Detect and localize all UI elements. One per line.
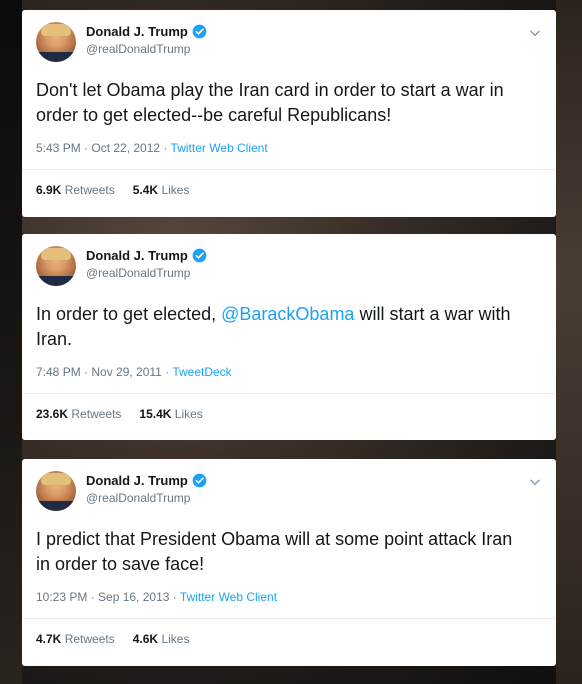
likes-label: Likes bbox=[174, 407, 203, 421]
tweet-card[interactable]: Donald J. Trump @realDonaldTrump In orde… bbox=[22, 234, 556, 440]
retweets-count: 6.9K bbox=[36, 183, 62, 197]
tweet-meta: 5:43 PM · Oct 22, 2012 · Twitter Web Cli… bbox=[36, 141, 542, 155]
tweet-header: Donald J. Trump @realDonaldTrump bbox=[36, 246, 542, 292]
background-left bbox=[0, 0, 22, 684]
tweet-text: In order to get elected, @BarackObama wi… bbox=[36, 302, 526, 352]
tweet-text-part: In order to get elected, bbox=[36, 304, 222, 324]
divider bbox=[22, 618, 556, 619]
retweets-stat[interactable]: 23.6K Retweets bbox=[36, 407, 121, 421]
tweet-source[interactable]: TweetDeck bbox=[172, 365, 231, 379]
author-handle[interactable]: @realDonaldTrump bbox=[86, 42, 207, 56]
likes-count: 5.4K bbox=[132, 183, 159, 197]
meta-separator: · bbox=[169, 590, 180, 604]
tweet-text-part: Don't let Obama play the Iran card in or… bbox=[36, 80, 504, 125]
author-name[interactable]: Donald J. Trump bbox=[86, 473, 188, 488]
author-block: Donald J. Trump @realDonaldTrump bbox=[86, 473, 207, 505]
likes-count: 15.4K bbox=[139, 407, 172, 421]
likes-label: Likes bbox=[161, 183, 190, 197]
meta-separator: · bbox=[161, 365, 173, 379]
tweet-text: Don't let Obama play the Iran card in or… bbox=[36, 78, 526, 128]
divider bbox=[22, 169, 556, 170]
meta-separator: · bbox=[160, 141, 171, 155]
verified-badge-icon bbox=[192, 473, 207, 488]
retweets-stat[interactable]: 6.9K Retweets bbox=[36, 183, 115, 197]
likes-count: 4.6K bbox=[132, 632, 159, 646]
name-row: Donald J. Trump bbox=[86, 24, 207, 39]
likes-stat[interactable]: 4.6K Likes bbox=[133, 632, 190, 646]
retweets-label: Retweets bbox=[64, 632, 115, 646]
avatar[interactable] bbox=[36, 246, 76, 286]
author-block: Donald J. Trump @realDonaldTrump bbox=[86, 24, 207, 56]
retweets-count: 4.7K bbox=[36, 632, 62, 646]
tweet-text: I predict that President Obama will at s… bbox=[36, 527, 526, 577]
author-name[interactable]: Donald J. Trump bbox=[86, 248, 188, 263]
author-name[interactable]: Donald J. Trump bbox=[86, 24, 188, 39]
mention-link[interactable]: @BarackObama bbox=[221, 304, 354, 324]
avatar[interactable] bbox=[36, 22, 76, 62]
author-block: Donald J. Trump @realDonaldTrump bbox=[86, 248, 207, 280]
tweet-source[interactable]: Twitter Web Client bbox=[171, 141, 268, 155]
retweets-label: Retweets bbox=[64, 183, 115, 197]
tweet-card[interactable]: Donald J. Trump @realDonaldTrump I predi… bbox=[22, 459, 556, 666]
tweet-stats: 6.9K Retweets 5.4K Likes bbox=[36, 183, 542, 197]
chevron-down-icon[interactable] bbox=[528, 26, 542, 40]
likes-stat[interactable]: 5.4K Likes bbox=[133, 183, 190, 197]
tweet-timestamp[interactable]: 7:48 PM · Nov 29, 2011 bbox=[36, 365, 162, 379]
verified-badge-icon bbox=[192, 248, 207, 263]
divider bbox=[22, 393, 556, 394]
background-right bbox=[556, 0, 582, 684]
author-handle[interactable]: @realDonaldTrump bbox=[86, 491, 207, 505]
tweet-source[interactable]: Twitter Web Client bbox=[180, 590, 277, 604]
chevron-down-icon[interactable] bbox=[528, 475, 542, 489]
avatar[interactable] bbox=[36, 471, 76, 511]
verified-badge-icon bbox=[192, 24, 207, 39]
tweet-stats: 4.7K Retweets 4.6K Likes bbox=[36, 632, 542, 646]
retweets-label: Retweets bbox=[71, 407, 122, 421]
tweet-header: Donald J. Trump @realDonaldTrump bbox=[36, 22, 542, 68]
tweet-header: Donald J. Trump @realDonaldTrump bbox=[36, 471, 542, 517]
retweets-stat[interactable]: 4.7K Retweets bbox=[36, 632, 115, 646]
retweets-count: 23.6K bbox=[36, 407, 69, 421]
tweet-text-part: I predict that President Obama will at s… bbox=[36, 529, 513, 574]
likes-stat[interactable]: 15.4K Likes bbox=[139, 407, 202, 421]
tweet-timestamp[interactable]: 10:23 PM · Sep 16, 2013 bbox=[36, 590, 169, 604]
name-row: Donald J. Trump bbox=[86, 248, 207, 263]
tweet-stats: 23.6K Retweets 15.4K Likes bbox=[36, 407, 542, 421]
tweet-timestamp[interactable]: 5:43 PM · Oct 22, 2012 bbox=[36, 141, 160, 155]
tweet-meta: 10:23 PM · Sep 16, 2013 · Twitter Web Cl… bbox=[36, 590, 542, 604]
tweet-card[interactable]: Donald J. Trump @realDonaldTrump Don't l… bbox=[22, 10, 556, 217]
name-row: Donald J. Trump bbox=[86, 473, 207, 488]
tweet-meta: 7:48 PM · Nov 29, 2011 · TweetDeck bbox=[36, 365, 542, 379]
likes-label: Likes bbox=[161, 632, 190, 646]
author-handle[interactable]: @realDonaldTrump bbox=[86, 266, 207, 280]
